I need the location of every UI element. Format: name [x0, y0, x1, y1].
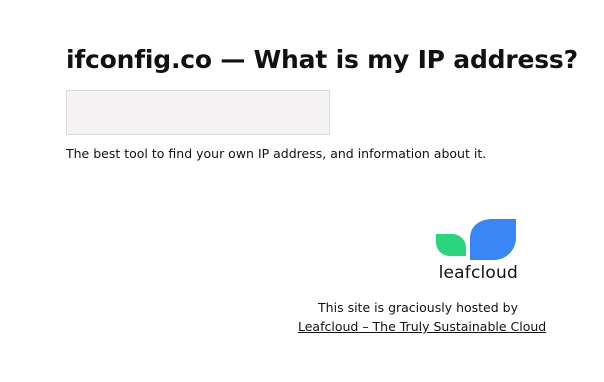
page: ifconfig.co — What is my IP address? The… [0, 0, 604, 382]
leafcloud-logo-text: leafcloud [438, 263, 518, 283]
sponsor-block: leafcloud This site is graciously hosted… [298, 216, 546, 336]
ip-address-box [66, 90, 330, 135]
page-title: ifconfig.co — What is my IP address? [66, 45, 578, 74]
leafcloud-link[interactable]: Leafcloud – The Truly Sustainable Cloud [298, 317, 546, 336]
hosted-by-text: This site is graciously hosted by [318, 300, 518, 315]
tagline: The best tool to find your own IP addres… [66, 146, 487, 161]
leafcloud-logo-icon [436, 219, 516, 260]
